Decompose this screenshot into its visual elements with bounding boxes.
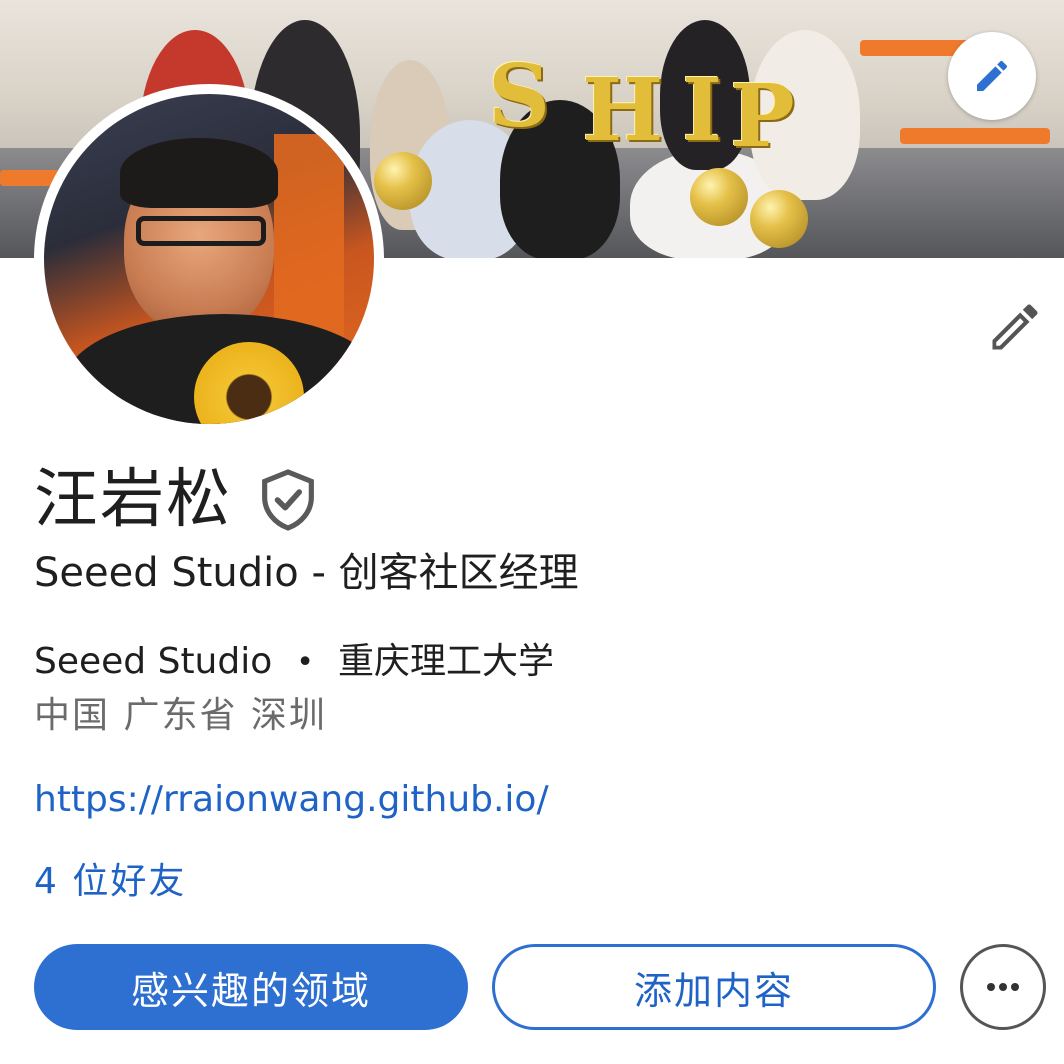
more-button[interactable] [960, 944, 1046, 1030]
edit-cover-button[interactable] [948, 32, 1036, 120]
website-link[interactable]: https://rraionwang.github.io/ [34, 776, 549, 824]
gold-balloon [374, 152, 432, 210]
profile-avatar[interactable] [34, 84, 384, 434]
company-school-row: Seeed Studio • 重庆理工大学 [34, 638, 554, 687]
balloon-letter: I [682, 60, 723, 161]
balloon-letter: P [730, 66, 795, 167]
shield-check-icon[interactable] [260, 469, 316, 531]
profile-name: 汪岩松 [34, 463, 232, 537]
avatar-hair [120, 138, 278, 208]
cover-chair [900, 128, 1050, 144]
separator-dot: • [296, 645, 314, 680]
name-row: 汪岩松 [34, 462, 316, 538]
school-name[interactable]: 重庆理工大学 [338, 641, 554, 682]
balloon-letter: H [582, 60, 664, 161]
avatar-photo [44, 94, 374, 424]
interests-button[interactable]: 感兴趣的领域 [34, 944, 468, 1030]
ellipsis-icon [987, 983, 1019, 991]
add-content-button[interactable]: 添加内容 [492, 944, 936, 1030]
gold-balloon [750, 190, 808, 248]
pencil-icon [992, 304, 1038, 350]
profile-location: 中国 广东省 深圳 [34, 695, 327, 736]
avatar-glasses [136, 216, 266, 246]
gold-balloon [690, 168, 748, 226]
company-name[interactable]: Seeed Studio [34, 641, 272, 682]
balloon-letter: S [488, 46, 551, 147]
friends-count-link[interactable]: 4 位好友 [34, 858, 186, 906]
pencil-icon [977, 60, 1008, 91]
profile-headline: Seeed Studio - 创客社区经理 [34, 550, 579, 596]
edit-profile-button[interactable] [980, 292, 1050, 362]
